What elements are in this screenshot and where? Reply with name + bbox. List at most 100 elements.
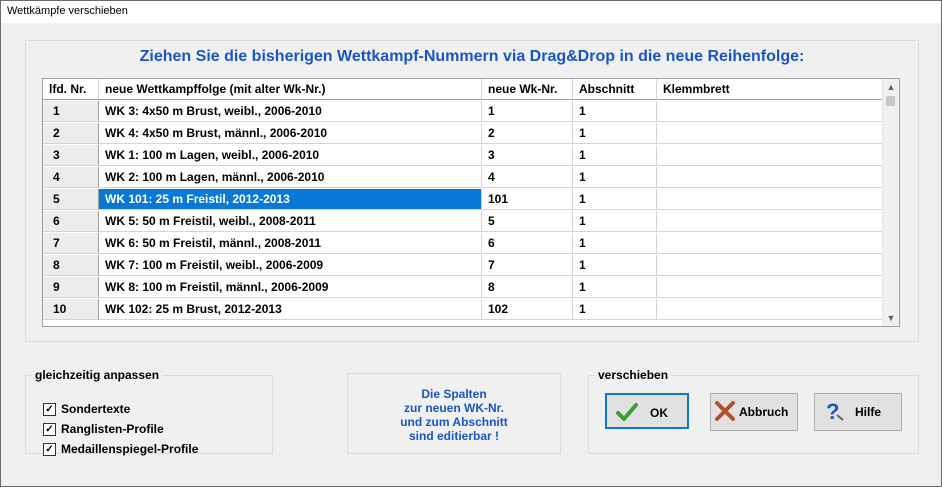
klemmbrett-cell[interactable] [657,255,883,276]
klemmbrett-cell[interactable] [657,233,883,254]
klemmbrett-cell[interactable] [657,123,883,144]
competition-grid[interactable]: lfd. Nr. neue Wettkampffolge (mit alter … [42,78,900,327]
competition-name-cell[interactable]: WK 1: 100 m Lagen, weibl., 2006-2010 [99,145,482,166]
competition-name-cell[interactable]: WK 8: 100 m Freistil, männl., 2006-2009 [99,277,482,298]
row-number-cell[interactable]: 5 [43,189,99,210]
abschnitt-cell[interactable]: 1 [573,123,657,144]
hilfe-button[interactable]: ? Hilfe [814,393,902,431]
checkmark-icon[interactable]: ✓ [43,423,56,436]
table-row[interactable]: 9 WK 8: 100 m Freistil, männl., 2006-200… [43,277,883,299]
scrollbar-thumb[interactable] [886,96,895,106]
abschnitt-cell[interactable]: 1 [573,255,657,276]
competition-name-cell[interactable]: WK 7: 100 m Freistil, weibl., 2006-2009 [99,255,482,276]
new-wk-nr-cell[interactable]: 6 [482,233,573,254]
checkmark-icon[interactable]: ✓ [43,443,56,456]
new-wk-nr-cell[interactable]: 102 [482,299,573,320]
competition-name-cell[interactable]: WK 101: 25 m Freistil, 2012-2013 [99,189,482,210]
table-row[interactable]: 7 WK 6: 50 m Freistil, männl., 2008-2011… [43,233,883,255]
klemmbrett-cell[interactable] [657,277,883,298]
note-line: Die Spalten [421,387,487,401]
competition-name-cell[interactable]: WK 4: 4x50 m Brust, männl., 2006-2010 [99,123,482,144]
row-number-cell[interactable]: 10 [43,299,99,320]
new-wk-nr-cell[interactable]: 8 [482,277,573,298]
table-row[interactable]: 1 WK 3: 4x50 m Brust, weibl., 2006-2010 … [43,101,883,123]
abbruch-label: Abbruch [739,405,789,419]
abbruch-button[interactable]: Abbruch [710,393,798,431]
checkbox-label[interactable]: Ranglisten-Profile [61,422,164,437]
new-wk-nr-cell[interactable]: 4 [482,167,573,188]
new-wk-nr-cell[interactable]: 101 [482,189,573,210]
new-wk-nr-cell[interactable]: 5 [482,211,573,232]
table-row[interactable]: 3 WK 1: 100 m Lagen, weibl., 2006-2010 3… [43,145,883,167]
table-row-selected[interactable]: 5 WK 101: 25 m Freistil, 2012-2013 101 1 [43,189,883,211]
competition-name-cell[interactable]: WK 2: 100 m Lagen, männl., 2006-2010 [99,167,482,188]
new-wk-nr-cell[interactable]: 3 [482,145,573,166]
editable-columns-note: Die Spalten zur neuen WK-Nr. und zum Abs… [347,373,561,454]
dialog-window: Wettkämpfe verschieben Ziehen Sie die bi… [0,0,942,487]
klemmbrett-cell[interactable] [657,167,883,188]
group-legend: gleichzeitig anpassen [35,368,160,382]
svg-text:?: ? [826,399,839,423]
table-row[interactable]: 8 WK 7: 100 m Freistil, weibl., 2006-200… [43,255,883,277]
row-number-cell[interactable]: 3 [43,145,99,166]
note-line: sind editierbar ! [408,429,500,443]
abschnitt-cell[interactable]: 1 [573,145,657,166]
row-number-cell[interactable]: 8 [43,255,99,276]
competition-name-cell[interactable]: WK 5: 50 m Freistil, weibl., 2008-2011 [99,211,482,232]
competition-name-cell[interactable]: WK 102: 25 m Brust, 2012-2013 [99,299,482,320]
checkbox-label[interactable]: Medaillenspiegel-Profile [61,442,198,457]
reorder-panel: Ziehen Sie die bisherigen Wettkampf-Numm… [25,40,919,342]
klemmbrett-cell[interactable] [657,101,883,122]
instruction-headline: Ziehen Sie die bisherigen Wettkampf-Numm… [139,48,805,65]
scroll-up-arrow-icon[interactable]: ▲ [883,79,899,95]
klemmbrett-cell[interactable] [657,189,883,210]
group-legend: verschieben [598,368,669,382]
row-number-cell[interactable]: 6 [43,211,99,232]
abschnitt-cell[interactable]: 1 [573,299,657,320]
dialog-content: Ziehen Sie die bisherigen Wettkampf-Numm… [1,23,941,486]
scroll-down-arrow-icon[interactable]: ▼ [883,310,899,326]
note-line: zur neuen WK-Nr. [403,401,504,415]
column-header-abschnitt[interactable]: Abschnitt [573,79,657,100]
grid-header: lfd. Nr. neue Wettkampffolge (mit alter … [43,79,883,101]
gleichzeitig-anpassen-group: gleichzeitig anpassen ✓ Sondertexte ✓ Ra… [25,368,273,457]
new-wk-nr-cell[interactable]: 1 [482,101,573,122]
abschnitt-cell[interactable]: 1 [573,277,657,298]
ok-label: OK [650,406,668,420]
abschnitt-cell[interactable]: 1 [573,189,657,210]
table-row[interactable]: 2 WK 4: 4x50 m Brust, männl., 2006-2010 … [43,123,883,145]
window-title: Wettkämpfe verschieben [7,5,128,17]
klemmbrett-cell[interactable] [657,299,883,320]
row-number-cell[interactable]: 4 [43,167,99,188]
checkmark-icon [616,403,638,421]
new-wk-nr-cell[interactable]: 7 [482,255,573,276]
abschnitt-cell[interactable]: 1 [573,233,657,254]
title-bar: Wettkämpfe verschieben [1,1,941,23]
column-header-lfd-nr[interactable]: lfd. Nr. [43,79,99,100]
ok-button[interactable]: OK [605,393,689,429]
abschnitt-cell[interactable]: 1 [573,101,657,122]
row-number-cell[interactable]: 1 [43,101,99,122]
table-row[interactable]: 6 WK 5: 50 m Freistil, weibl., 2008-2011… [43,211,883,233]
grid-vertical-scrollbar[interactable]: ▲ ▼ [882,79,899,326]
checkbox-label[interactable]: Sondertexte [61,402,130,417]
competition-name-cell[interactable]: WK 3: 4x50 m Brust, weibl., 2006-2010 [99,101,482,122]
hilfe-label: Hilfe [855,405,882,419]
klemmbrett-cell[interactable] [657,145,883,166]
abschnitt-cell[interactable]: 1 [573,211,657,232]
column-header-wettkampffolge[interactable]: neue Wettkampffolge (mit alter Wk-Nr.) [99,79,482,100]
row-number-cell[interactable]: 9 [43,277,99,298]
note-line: und zum Abschnitt [400,415,508,429]
abschnitt-cell[interactable]: 1 [573,167,657,188]
row-number-cell[interactable]: 2 [43,123,99,144]
competition-name-cell[interactable]: WK 6: 50 m Freistil, männl., 2008-2011 [99,233,482,254]
checkmark-icon[interactable]: ✓ [43,403,56,416]
column-header-neue-wk-nr[interactable]: neue Wk-Nr. [482,79,573,100]
table-row[interactable]: 10 WK 102: 25 m Brust, 2012-2013 102 1 [43,299,883,321]
klemmbrett-cell[interactable] [657,211,883,232]
new-wk-nr-cell[interactable]: 2 [482,123,573,144]
column-header-klemmbrett[interactable]: Klemmbrett [657,79,883,100]
help-icon: ? [826,399,844,423]
row-number-cell[interactable]: 7 [43,233,99,254]
table-row[interactable]: 4 WK 2: 100 m Lagen, männl., 2006-2010 4… [43,167,883,189]
